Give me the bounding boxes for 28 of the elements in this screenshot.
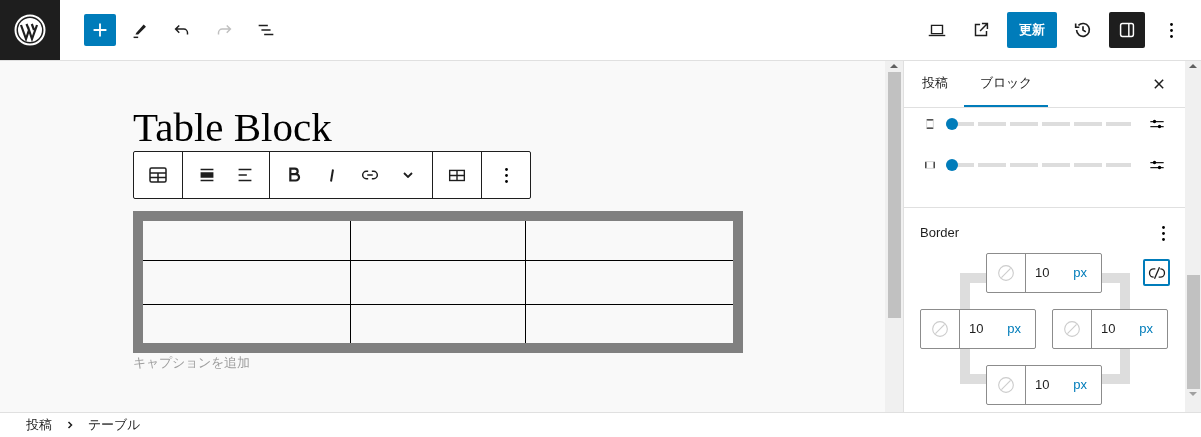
site-logo-button[interactable] bbox=[0, 0, 60, 60]
italic-icon bbox=[330, 168, 334, 182]
add-block-button[interactable] bbox=[84, 14, 116, 46]
scrollbar[interactable] bbox=[1185, 61, 1201, 412]
scrollbar[interactable] bbox=[885, 61, 903, 412]
more-vertical-icon bbox=[504, 167, 508, 183]
unlink-sides-button[interactable] bbox=[1143, 259, 1170, 286]
chevron-down-icon bbox=[403, 172, 413, 178]
breadcrumb-item[interactable]: テーブル bbox=[88, 415, 140, 435]
settings-button[interactable] bbox=[1109, 12, 1145, 48]
slider-thumb[interactable] bbox=[946, 159, 958, 171]
scroll-up-arrow-icon bbox=[1189, 64, 1197, 68]
table[interactable] bbox=[133, 211, 743, 353]
slider-thumb[interactable] bbox=[946, 118, 958, 130]
sidebar-tab[interactable]: ブロック bbox=[964, 61, 1048, 107]
update-button[interactable]: 更新 bbox=[1007, 12, 1057, 48]
wordpress-logo-icon bbox=[14, 14, 46, 46]
post-title[interactable]: Table Block bbox=[133, 105, 332, 149]
table-cell[interactable] bbox=[350, 260, 525, 304]
scroll-up-arrow-icon bbox=[890, 64, 898, 68]
more-vertical-icon bbox=[1169, 22, 1173, 38]
scroll-down-arrow-icon bbox=[1189, 392, 1197, 396]
panel-title: Border bbox=[920, 224, 960, 243]
slider[interactable] bbox=[946, 157, 1131, 173]
breadcrumb-item[interactable]: 投稿 bbox=[26, 415, 52, 435]
more-vertical-icon bbox=[1161, 225, 1165, 241]
sidebar-tab[interactable]: 投稿 bbox=[906, 61, 964, 107]
slider[interactable] bbox=[946, 116, 1131, 132]
